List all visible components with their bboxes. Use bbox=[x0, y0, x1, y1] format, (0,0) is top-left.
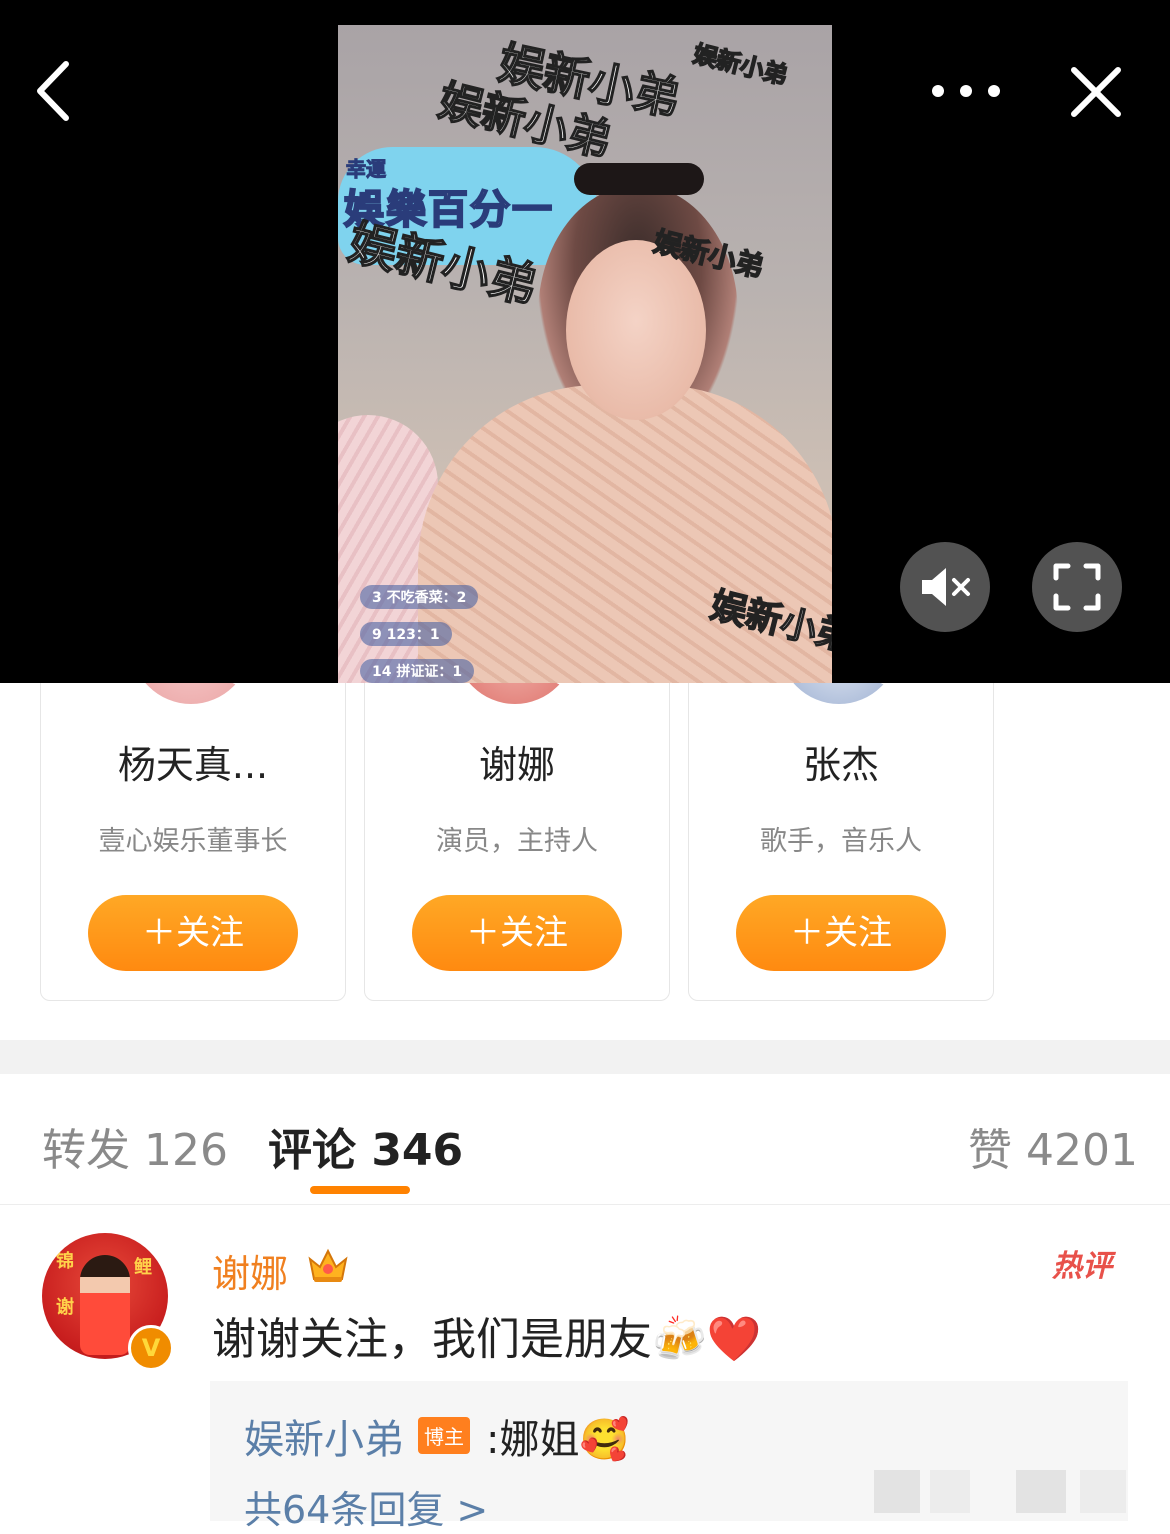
account-name[interactable]: 杨天真... bbox=[41, 734, 345, 789]
avatar-word: 鲤 bbox=[134, 1257, 152, 1278]
commenter-name[interactable]: 谢娜 bbox=[212, 1243, 288, 1298]
mosaic-blur bbox=[870, 1470, 1170, 1513]
author-tag-badge: 博主 bbox=[418, 1417, 470, 1454]
comment-text: 谢谢关注，我们是朋友🍻❤️ bbox=[212, 1314, 762, 1365]
more-dots-icon bbox=[932, 85, 1000, 97]
live-stat-row: 9 123：1 bbox=[360, 622, 452, 646]
hot-comment-badge: 热评 bbox=[1052, 1249, 1112, 1284]
video-player[interactable]: 幸運 娛樂百分一 娱新小弟 娱新小弟 娱新小弟 娱新小弟 娱新小弟 娱新小弟 3… bbox=[0, 0, 1170, 683]
account-description: 演员，主持人 bbox=[436, 826, 598, 857]
active-tab-indicator bbox=[310, 1186, 410, 1194]
account-description: 壹心娱乐董事长 bbox=[98, 826, 288, 857]
account-name[interactable]: 谢娜 bbox=[365, 734, 669, 789]
avatar-figure bbox=[80, 1255, 130, 1355]
tab-likes[interactable]: 赞 4201 bbox=[968, 1114, 1138, 1178]
video-frame[interactable]: 幸運 娛樂百分一 娱新小弟 娱新小弟 娱新小弟 娱新小弟 娱新小弟 娱新小弟 3… bbox=[338, 25, 832, 683]
mute-button[interactable] bbox=[900, 542, 990, 632]
live-stat-row: 3 不吃香菜：2 bbox=[360, 585, 479, 609]
follow-button[interactable]: ＋关注 bbox=[412, 895, 622, 971]
back-button[interactable] bbox=[28, 58, 84, 124]
account-avatar[interactable] bbox=[131, 683, 251, 704]
comment-item: 锦 鲤 谢 V 谢娜 热评 谢谢关注，我们是朋友🍻❤️ 娱新小弟 博主 :娜姐🥰… bbox=[0, 1205, 1170, 1532]
account-description: 歌手，音乐人 bbox=[760, 826, 922, 857]
follow-button[interactable]: ＋关注 bbox=[88, 895, 298, 971]
account-name[interactable]: 张杰 bbox=[689, 734, 993, 789]
more-button[interactable] bbox=[926, 76, 1006, 106]
account-avatar[interactable] bbox=[779, 683, 899, 704]
fullscreen-button[interactable] bbox=[1032, 542, 1122, 632]
reply-author[interactable]: 娱新小弟 bbox=[244, 1407, 404, 1465]
section-divider bbox=[0, 1040, 1170, 1074]
view-replies-link[interactable]: 共64条回复 > bbox=[244, 1479, 488, 1534]
suggested-accounts: V 杨天真... 壹心娱乐董事长 ＋关注 V 谢娜 演员，主持人 ＋关注 V 张… bbox=[0, 683, 1170, 1023]
tab-repost[interactable]: 转发 126 bbox=[42, 1114, 228, 1178]
account-card[interactable]: V 谢娜 演员，主持人 ＋关注 bbox=[364, 683, 670, 1001]
verified-badge: V bbox=[128, 1325, 174, 1371]
close-icon bbox=[1071, 67, 1121, 117]
avatar-word: 谢 bbox=[56, 1297, 74, 1318]
follow-button[interactable]: ＋关注 bbox=[736, 895, 946, 971]
crown-icon bbox=[306, 1245, 350, 1289]
mute-icon bbox=[922, 568, 970, 606]
video-person-sunglasses bbox=[574, 163, 704, 195]
fullscreen-icon bbox=[1053, 563, 1101, 611]
close-button[interactable] bbox=[1068, 64, 1124, 120]
video-watermark: 娱新小弟 bbox=[690, 39, 791, 91]
tab-comments[interactable]: 评论 346 bbox=[268, 1114, 463, 1178]
reply-text: :娜姐🥰 bbox=[486, 1417, 630, 1463]
account-card[interactable]: V 杨天真... 壹心娱乐董事长 ＋关注 bbox=[40, 683, 346, 1001]
live-stat-row: 14 拼证证：1 bbox=[360, 659, 475, 683]
avatar-word: 锦 bbox=[56, 1251, 74, 1272]
interaction-tabs: 转发 126 评论 346 赞 4201 bbox=[0, 1074, 1170, 1205]
account-avatar[interactable] bbox=[455, 683, 575, 704]
account-card[interactable]: V 张杰 歌手，音乐人 ＋关注 bbox=[688, 683, 994, 1001]
back-arrow-icon bbox=[37, 61, 69, 121]
